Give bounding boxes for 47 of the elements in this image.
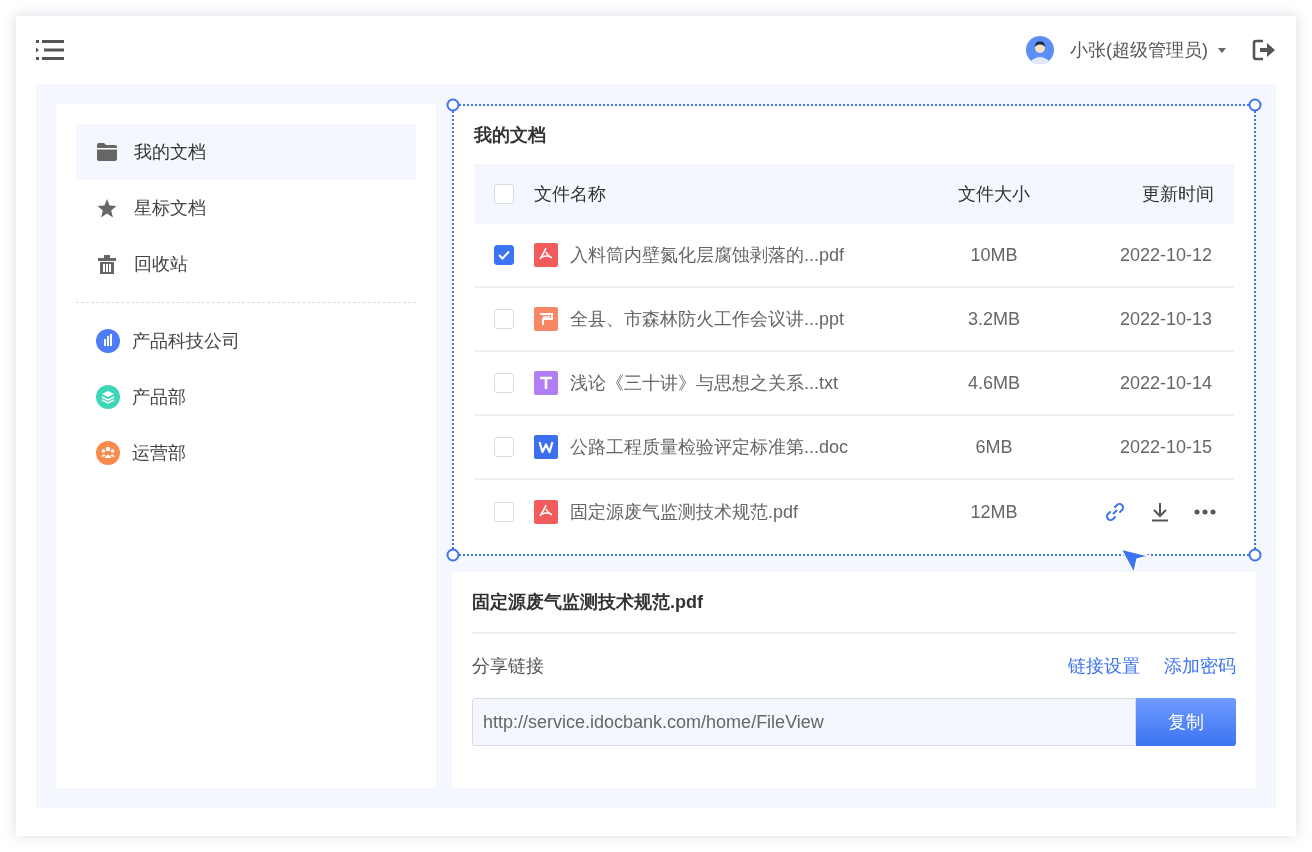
select-all-checkbox[interactable] [494,184,514,204]
update-date: 2022-10-12 [1118,243,1213,267]
sidebar-item[interactable]: 产品部 [76,369,416,425]
trash-icon [98,254,116,274]
panel-title: 我的文档 [474,123,547,147]
file-size: 12MB [969,500,1019,524]
file-size: 6MB [974,435,1014,459]
caret-icon[interactable] [1218,47,1226,53]
sidebar-item[interactable]: 我的文档 [76,124,416,180]
link[interactable]: 链接设置 [1068,652,1140,680]
avatar-icon [1026,36,1054,64]
file-name: 固定源废气监测技术规范.pdf [472,572,1236,634]
copy-button[interactable]: 复制 [1136,698,1236,746]
update-date: 2022-10-15 [1118,435,1213,459]
presentation-icon [534,307,558,331]
text-file-icon [534,371,558,395]
pdf-icon [534,500,558,524]
user-name[interactable]: 小张(超级管理员) [1070,36,1208,64]
logout-icon[interactable] [1252,39,1276,61]
file-size: 10MB [969,243,1019,267]
file-name[interactable]: 入料筒内壁氮化层腐蚀剥落的...pdf [570,241,934,269]
link[interactable]: 添加密码 [1164,652,1236,680]
pdf-icon [534,243,558,267]
column-header: 文件名称 [534,182,607,206]
file-name[interactable]: 浅论《三十讲》与思想之关系...txt [570,369,934,397]
file-name[interactable]: 公路工程质量检验评定标准第...doc [570,433,934,461]
download-icon[interactable] [1150,502,1170,522]
link-icon[interactable] [1104,501,1126,523]
sidebar-item[interactable]: 产品科技公司 [76,313,416,369]
share-link-label: 分享链接 [472,654,545,678]
share-url-field[interactable]: http://service.idocbank.com/home/FileView [472,698,1136,746]
star-icon [97,198,117,218]
folder-icon [97,143,117,161]
row-checkbox[interactable] [494,245,514,265]
sidebar-item[interactable]: 运营部 [76,425,416,481]
word-file-icon [534,435,558,459]
file-size: 4.6MB [967,371,1021,395]
update-date: 2022-10-13 [1118,307,1213,331]
menu-icon[interactable] [36,38,66,62]
more-icon[interactable] [1194,509,1216,515]
file-name[interactable]: 固定源废气监测技术规范.pdf [570,498,934,526]
column-header: 文件大小 [957,182,1031,206]
check-icon [498,250,510,260]
file-size: 3.2MB [967,307,1021,331]
update-date: 2022-10-14 [1118,371,1213,395]
column-header: 更新时间 [1141,182,1215,206]
file-name[interactable]: 全县、市森林防火工作会议讲...ppt [570,305,934,333]
